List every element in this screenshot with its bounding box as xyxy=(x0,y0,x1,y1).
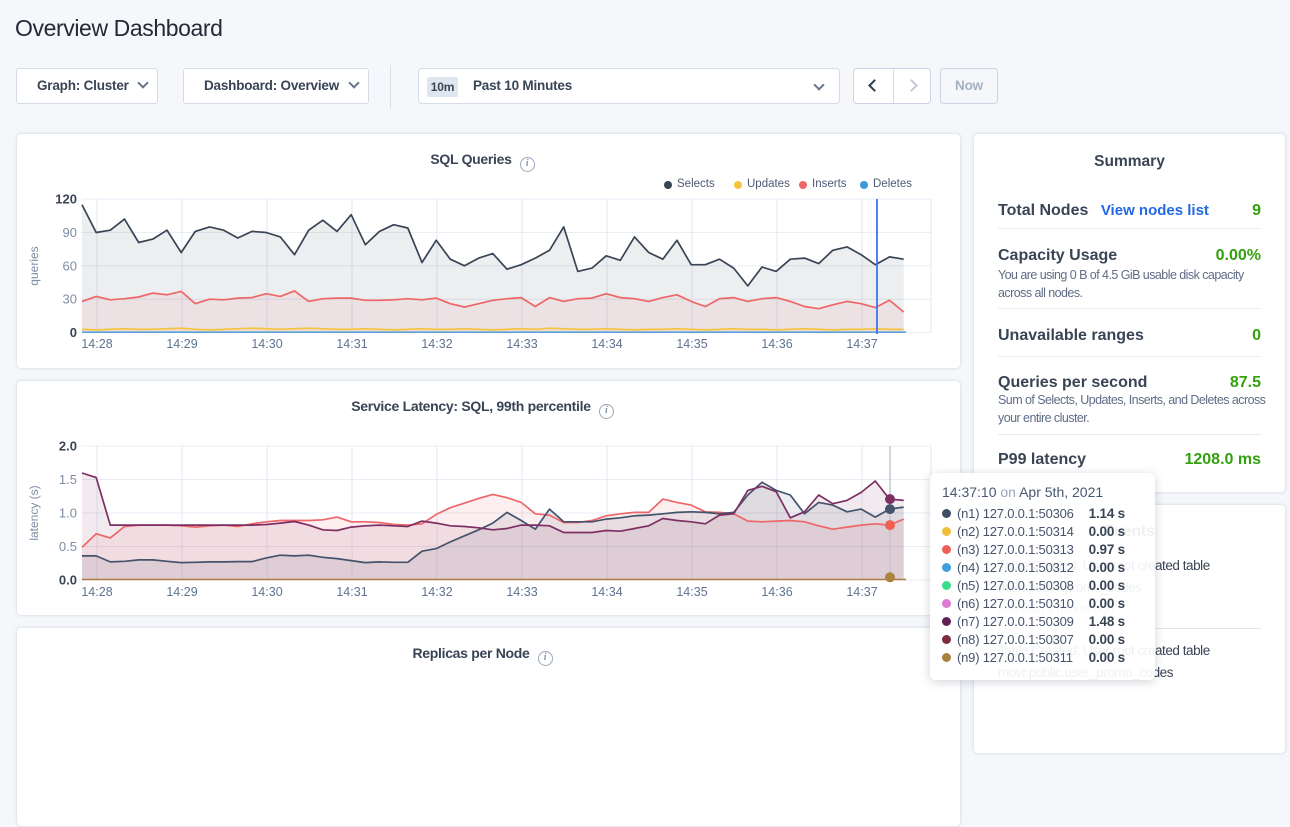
svg-text:0.5: 0.5 xyxy=(59,539,77,554)
svg-text:14:33: 14:33 xyxy=(506,337,537,351)
svg-text:14:30: 14:30 xyxy=(251,337,282,351)
svg-text:14:37: 14:37 xyxy=(846,585,877,599)
svg-text:14:33: 14:33 xyxy=(506,585,537,599)
svg-text:queries: queries xyxy=(27,246,41,285)
svg-text:14:36: 14:36 xyxy=(761,337,792,351)
svg-text:14:37: 14:37 xyxy=(846,337,877,351)
svg-text:14:36: 14:36 xyxy=(761,585,792,599)
svg-text:14:29: 14:29 xyxy=(166,337,197,351)
svg-text:14:32: 14:32 xyxy=(421,585,452,599)
svg-text:30: 30 xyxy=(63,292,77,307)
svg-text:14:35: 14:35 xyxy=(676,585,707,599)
svg-text:14:34: 14:34 xyxy=(591,337,622,351)
svg-text:120: 120 xyxy=(55,192,77,207)
svg-text:60: 60 xyxy=(63,258,77,273)
svg-text:14:29: 14:29 xyxy=(166,585,197,599)
svg-text:14:30: 14:30 xyxy=(251,585,282,599)
svg-text:90: 90 xyxy=(63,225,77,240)
svg-text:14:35: 14:35 xyxy=(676,337,707,351)
svg-text:0: 0 xyxy=(70,325,77,340)
svg-text:14:31: 14:31 xyxy=(336,337,367,351)
svg-text:14:31: 14:31 xyxy=(336,585,367,599)
svg-text:14:28: 14:28 xyxy=(81,585,112,599)
svg-text:14:34: 14:34 xyxy=(591,585,622,599)
svg-text:latency (s): latency (s) xyxy=(27,485,41,540)
svg-text:14:28: 14:28 xyxy=(81,337,112,351)
svg-text:1.5: 1.5 xyxy=(59,472,77,487)
svg-text:14:32: 14:32 xyxy=(421,337,452,351)
svg-text:2.0: 2.0 xyxy=(59,439,77,454)
svg-text:0.0: 0.0 xyxy=(59,573,77,588)
svg-text:1.0: 1.0 xyxy=(59,506,77,521)
